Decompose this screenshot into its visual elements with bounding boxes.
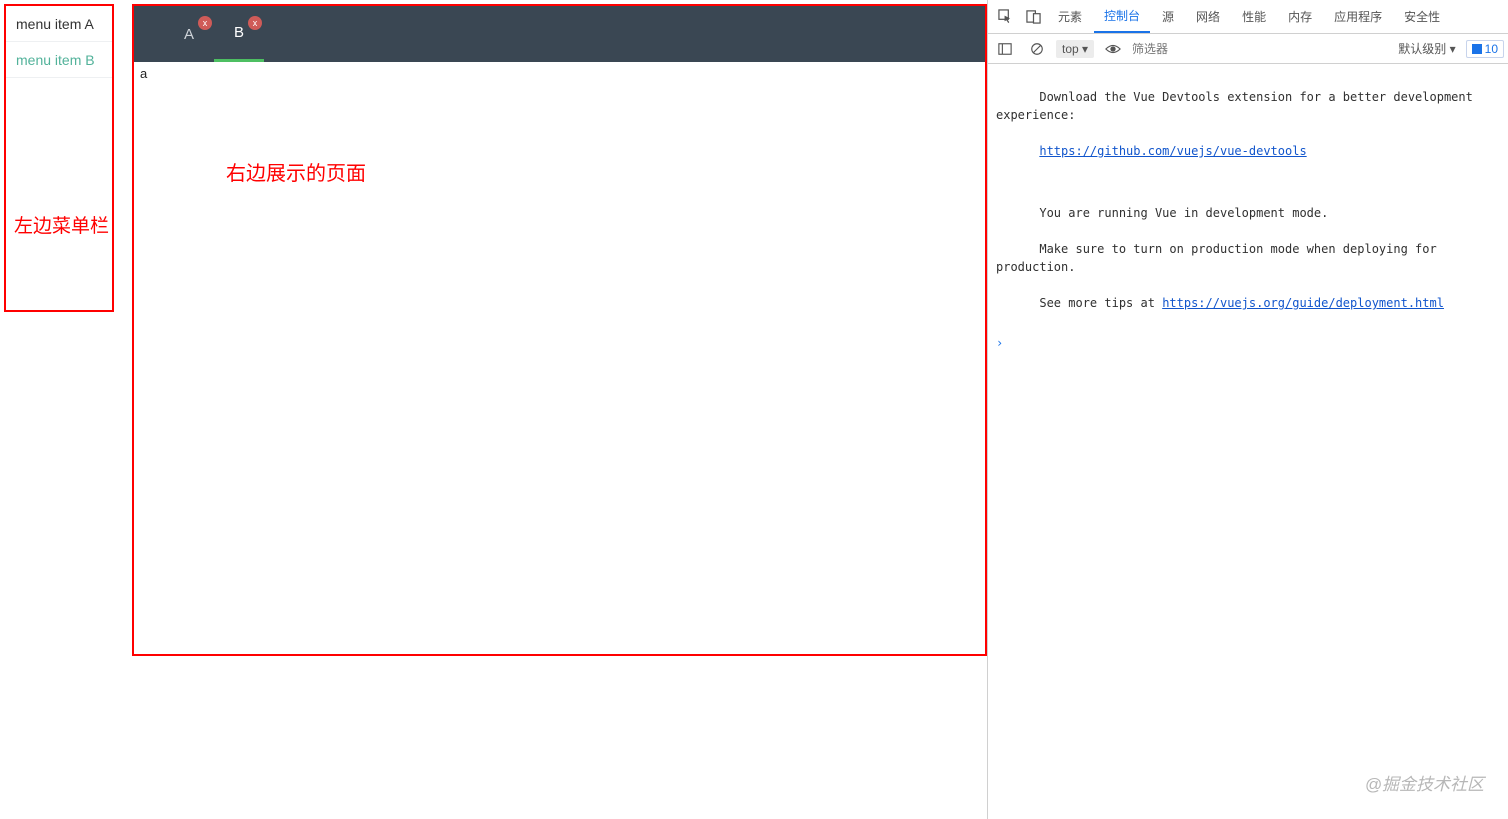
devtools-tab-sources[interactable]: 源 (1152, 0, 1184, 33)
sidebar-item-a[interactable]: menu item A (6, 6, 112, 42)
devtools-tab-application[interactable]: 应用程序 (1324, 0, 1392, 33)
console-message: Download the Vue Devtools extension for … (996, 70, 1500, 178)
sidebar-toggle-icon[interactable] (992, 36, 1018, 62)
devtools-tab-performance[interactable]: 性能 (1232, 0, 1276, 33)
console-toolbar: top ▾ 默认级别 ▾ 10 (988, 34, 1508, 64)
devtools-tab-bar: 元素 控制台 源 网络 性能 内存 应用程序 安全性 (988, 0, 1508, 34)
close-icon[interactable]: x (248, 16, 262, 30)
console-prompt[interactable]: › (996, 336, 1500, 350)
log-level-selector[interactable]: 默认级别 ▾ (1394, 38, 1459, 59)
clear-console-icon[interactable] (1024, 36, 1050, 62)
devtools-tab-security[interactable]: 安全性 (1394, 0, 1450, 33)
issues-badge[interactable]: 10 (1466, 40, 1504, 58)
devtools-tab-memory[interactable]: 内存 (1278, 0, 1322, 33)
sidebar-item-label: menu item B (16, 52, 95, 68)
inspect-element-icon[interactable] (992, 4, 1018, 30)
main-panel: A x B x a 右边展示的页面 (132, 4, 987, 656)
content-area: a 右边展示的页面 (134, 62, 985, 654)
sidebar-item-label: menu item A (16, 16, 94, 32)
close-icon[interactable]: x (198, 16, 212, 30)
issues-icon (1472, 44, 1482, 54)
context-selector[interactable]: top ▾ (1056, 40, 1094, 58)
tab-bar: A x B x (134, 6, 985, 62)
issues-count: 10 (1485, 42, 1498, 56)
console-message: You are running Vue in development mode.… (996, 186, 1500, 330)
console-link[interactable]: https://vuejs.org/guide/deployment.html (1162, 296, 1444, 310)
console-filter-input[interactable] (1132, 42, 1287, 56)
console-output[interactable]: Download the Vue Devtools extension for … (988, 64, 1508, 819)
sidebar: menu item A menu item B 左边菜单栏 (4, 4, 114, 312)
watermark: @掘金技术社区 (1365, 770, 1484, 795)
tab-label: B (234, 24, 244, 41)
sidebar-item-b[interactable]: menu item B (6, 42, 112, 78)
sidebar-annotation: 左边菜单栏 (14, 211, 109, 238)
devtools-tab-network[interactable]: 网络 (1186, 0, 1230, 33)
live-expression-icon[interactable] (1100, 36, 1126, 62)
content-annotation: 右边展示的页面 (226, 157, 366, 186)
console-link[interactable]: https://github.com/vuejs/vue-devtools (1039, 144, 1306, 158)
tab-label: A (184, 26, 194, 43)
devtools-tab-elements[interactable]: 元素 (1048, 0, 1092, 33)
device-toolbar-icon[interactable] (1020, 4, 1046, 30)
devtools-tab-console[interactable]: 控制台 (1094, 0, 1150, 33)
content-value: a (140, 66, 979, 81)
devtools-panel: 元素 控制台 源 网络 性能 内存 应用程序 安全性 top ▾ 默认级别 ▾ … (987, 0, 1508, 819)
tab-a[interactable]: A x (164, 6, 214, 62)
tab-b[interactable]: B x (214, 6, 264, 62)
